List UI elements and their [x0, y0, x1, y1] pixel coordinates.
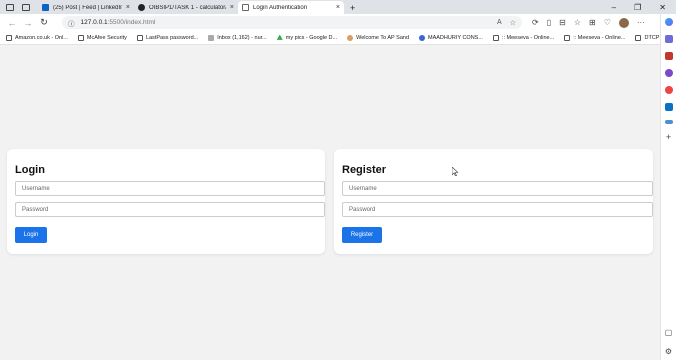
page-icon	[6, 34, 12, 41]
add-icon[interactable]: +	[666, 133, 671, 142]
bookmark-label: Welcome To AP Sand	[356, 34, 410, 41]
avatar[interactable]	[618, 17, 629, 28]
hide-sidebar-icon[interactable]: ▢	[665, 328, 673, 337]
bookmarks-bar: Amazon.co.uk - Onl... McAfee Security La…	[0, 31, 672, 45]
bookmark-item[interactable]: Welcome To AP Sand	[347, 34, 415, 41]
browser-window: (25) Post | Feed | LinkedIn × OIBSIP1/TA…	[0, 0, 676, 360]
bookmark-label: McAfee Security	[86, 34, 127, 41]
close-window-icon[interactable]: ✕	[659, 3, 666, 12]
minimize-icon[interactable]: –	[612, 3, 616, 12]
tab-groups-icon[interactable]: ⊟	[559, 18, 566, 27]
bookmark-label: my pics - Google D...	[285, 34, 338, 41]
tab-label: OIBSIP1/TASK 1 - calculator/inde	[149, 4, 226, 11]
address-actions: A ☆	[497, 19, 522, 27]
refresh-icon[interactable]: ↻	[36, 17, 52, 28]
register-username-input[interactable]: Username	[342, 181, 653, 196]
google-drive-icon	[276, 34, 283, 40]
bookmark-item[interactable]: LastPass password...	[136, 34, 204, 41]
tab-linkedin[interactable]: (25) Post | Feed | LinkedIn ×	[38, 1, 134, 14]
bookmark-label: MAADHURIY CONS...	[428, 34, 483, 41]
close-tab-icon[interactable]: ×	[336, 4, 340, 11]
copilot-icon[interactable]	[664, 18, 673, 26]
flower-icon	[347, 34, 354, 41]
bookmark-item[interactable]: Amazon.co.uk - Onl...	[6, 34, 74, 41]
bookmark-label: Amazon.co.uk - Onl...	[15, 34, 68, 41]
people-icon[interactable]	[664, 69, 673, 77]
bookmark-label: :: Meeseva - Online...	[501, 34, 555, 41]
settings-gear-icon[interactable]: ⚙	[665, 347, 672, 356]
page-icon	[564, 34, 571, 41]
mouse-cursor-icon	[452, 167, 458, 176]
bookmark-item[interactable]: my pics - Google D...	[276, 34, 343, 41]
github-icon	[138, 4, 145, 11]
close-tab-icon[interactable]: ×	[126, 4, 130, 11]
back-icon[interactable]: ←	[4, 18, 20, 28]
bookmark-label: DTCP	[644, 34, 660, 41]
sidebar-bottom: ▢ ⚙	[665, 328, 673, 356]
read-aloud-icon[interactable]: A	[497, 19, 502, 27]
browser-essentials-icon[interactable]: ♡	[604, 18, 611, 27]
register-card: Register Username Password Register	[334, 149, 653, 254]
register-title: Register	[342, 164, 387, 176]
new-tab-button[interactable]: +	[344, 1, 361, 14]
bookmark-label: LastPass password...	[145, 34, 199, 41]
edge-sidebar: + ▢ ⚙	[660, 14, 676, 360]
page-icon	[77, 34, 84, 41]
address-bar[interactable]: ⓘ 127.0.0.1:5500/index.html A ☆	[62, 16, 522, 29]
toolbar: ⟳ ▯ ⊟ ☆ ⊞ ♡ ···	[532, 17, 645, 28]
login-password-input[interactable]: Password	[15, 202, 325, 217]
workspaces-icon[interactable]	[6, 3, 14, 11]
more-menu-icon[interactable]: ···	[637, 18, 645, 27]
window-controls: – ❐ ✕	[612, 0, 676, 14]
login-username-input[interactable]: Username	[15, 181, 325, 196]
bookmark-item[interactable]: Inbox (1,162) - nur...	[208, 34, 273, 41]
outlook-icon[interactable]	[664, 103, 673, 111]
register-password-input[interactable]: Password	[342, 202, 653, 217]
restore-icon[interactable]: ❐	[634, 3, 641, 12]
bookmark-label: Inbox (1,162) - nur...	[217, 34, 267, 41]
office-icon[interactable]	[664, 86, 673, 94]
register-button[interactable]: Register	[342, 227, 382, 243]
tab-bar: (25) Post | Feed | LinkedIn × OIBSIP1/TA…	[0, 0, 676, 14]
collections-icon[interactable]: ⊞	[589, 18, 596, 27]
bookmark-label: :: Meeseva - Online...	[573, 34, 626, 41]
favorites-icon[interactable]: ☆	[574, 18, 581, 27]
page-icon	[136, 34, 143, 41]
mail-icon	[208, 34, 215, 41]
tab-login-authentication[interactable]: Login Authentication ×	[238, 1, 344, 14]
page-icon	[242, 4, 249, 11]
page-icon	[635, 34, 642, 41]
forward-icon[interactable]: →	[20, 18, 36, 28]
info-icon[interactable]: ⓘ	[68, 18, 75, 28]
login-card: Login Username Password Login	[7, 149, 325, 254]
close-tab-icon[interactable]: ×	[230, 4, 234, 11]
login-title: Login	[15, 164, 45, 176]
extensions-icon[interactable]: ⟳	[532, 18, 539, 27]
linkedin-icon	[42, 4, 49, 11]
tools-bag-icon[interactable]	[664, 52, 673, 60]
tab-label: (25) Post | Feed | LinkedIn	[53, 4, 122, 11]
drop-icon[interactable]	[664, 120, 673, 124]
window-icons	[0, 0, 30, 14]
tab-actions-icon[interactable]	[22, 3, 30, 11]
page-viewport: Login Username Password Login Register U…	[0, 45, 660, 360]
bookmark-item[interactable]: MAADHURIY CONS...	[419, 34, 489, 41]
navigation-bar: ← → ↻ ⓘ 127.0.0.1:5500/index.html A ☆ ⟳ …	[0, 14, 676, 31]
page-icon	[492, 34, 499, 41]
address-path: :5500/index.html	[107, 19, 156, 26]
tab-github[interactable]: OIBSIP1/TASK 1 - calculator/inde ×	[134, 1, 238, 14]
bookmark-item[interactable]: :: Meeseva - Online...	[564, 34, 631, 41]
tab-label: Login Authentication	[253, 4, 308, 11]
bookmark-item[interactable]: :: Meeseva - Online...	[492, 34, 560, 41]
split-screen-icon[interactable]: ▯	[547, 18, 551, 27]
circle-logo-icon	[419, 34, 426, 41]
favorite-star-icon[interactable]: ☆	[510, 19, 516, 27]
address-host: 127.0.0.1	[80, 19, 108, 26]
bookmark-item[interactable]: McAfee Security	[77, 34, 133, 41]
login-button[interactable]: Login	[15, 227, 47, 243]
shopping-tag-icon[interactable]	[664, 35, 673, 43]
